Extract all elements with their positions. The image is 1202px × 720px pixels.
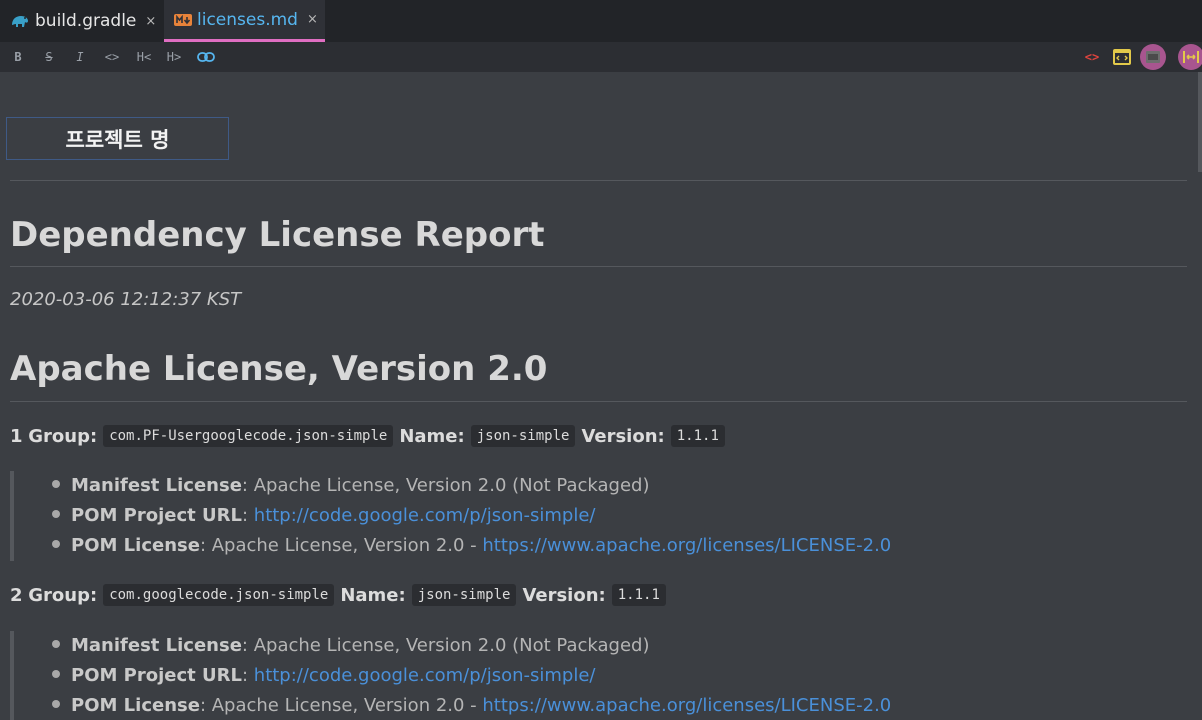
sync-scroll-icon[interactable]: [1178, 44, 1202, 70]
code-button[interactable]: <>: [102, 49, 122, 65]
list-item: POM License: Apache License, Version 2.0…: [52, 695, 891, 716]
tab-label: build.gradle: [35, 11, 137, 31]
markdown-toolbar: B S I <> H< H> <>: [0, 42, 1202, 72]
license-url-link[interactable]: https://www.apache.org/licenses/LICENSE-…: [482, 695, 891, 716]
license-url-link[interactable]: https://www.apache.org/licenses/LICENSE-…: [482, 535, 891, 556]
dependency-entry-2: 2 Group: com.googlecode.json-simple Name…: [10, 584, 672, 606]
report-title: Dependency License Report: [10, 215, 545, 255]
scrollbar[interactable]: [1198, 72, 1202, 172]
markdown-preview: 프로젝트 명 Dependency License Report 2020-03…: [0, 72, 1202, 720]
entry-index: 2: [10, 584, 23, 606]
pom-project-url-link[interactable]: http://code.google.com/p/json-simple/: [254, 505, 596, 526]
version-label: Version:: [522, 584, 606, 606]
list-item: POM License: Apache License, Version 2.0…: [52, 535, 891, 556]
group-label: Group:: [28, 425, 98, 447]
dependency-entry-1: 1 Group: com.PF-Usergooglecode.json-simp…: [10, 425, 731, 447]
list-item: Manifest License: Apache License, Versio…: [52, 635, 650, 656]
group-label: Group:: [28, 584, 98, 606]
tab-licenses-md[interactable]: licenses.md ×: [164, 0, 325, 42]
italic-button[interactable]: I: [73, 49, 87, 65]
group-value: com.googlecode.json-simple: [103, 584, 335, 606]
name-label: Name:: [399, 425, 465, 447]
divider: [10, 180, 1187, 181]
close-icon[interactable]: ×: [145, 14, 156, 29]
list-item: Manifest License: Apache License, Versio…: [52, 475, 650, 496]
name-value: json-simple: [411, 584, 517, 606]
name-value: json-simple: [470, 425, 576, 447]
divider: [10, 401, 1187, 402]
link-icon[interactable]: [196, 49, 216, 65]
bullet: [52, 640, 60, 648]
bold-button[interactable]: B: [11, 49, 25, 65]
group-value: com.PF-Usergooglecode.json-simple: [103, 425, 394, 447]
close-icon[interactable]: ×: [307, 12, 318, 27]
heading-decrease-button[interactable]: H<: [134, 49, 154, 65]
markdown-icon: [174, 13, 192, 26]
tab-bar: build.gradle × licenses.md ×: [0, 0, 1202, 42]
heading-increase-button[interactable]: H>: [164, 49, 184, 65]
bullet: [52, 670, 60, 678]
version-label: Version:: [581, 425, 665, 447]
version-value: 1.1.1: [670, 425, 725, 447]
name-label: Name:: [340, 584, 406, 606]
bullet: [52, 540, 60, 548]
entry-index: 1: [10, 425, 23, 447]
project-title: 프로젝트 명: [6, 117, 229, 160]
editor-only-button[interactable]: <>: [1082, 49, 1102, 65]
license-heading: Apache License, Version 2.0: [10, 349, 548, 389]
blockquote-bar: [10, 631, 14, 720]
bullet: [52, 510, 60, 518]
divider: [10, 266, 1187, 267]
tab-build-gradle[interactable]: build.gradle ×: [0, 0, 164, 42]
list-item: POM Project URL: http://code.google.com/…: [52, 505, 596, 526]
report-timestamp: 2020-03-06 12:12:37 KST: [10, 289, 242, 310]
bullet: [52, 480, 60, 488]
gradle-elephant-icon: [10, 13, 30, 29]
tab-label: licenses.md: [197, 9, 298, 30]
split-icon[interactable]: [1112, 49, 1132, 65]
preview-icon[interactable]: [1140, 44, 1166, 70]
list-item: POM Project URL: http://code.google.com/…: [52, 665, 596, 686]
blockquote-bar: [10, 471, 14, 561]
version-value: 1.1.1: [611, 584, 666, 606]
strikethrough-button[interactable]: S: [42, 49, 56, 65]
pom-project-url-link[interactable]: http://code.google.com/p/json-simple/: [254, 665, 596, 686]
bullet: [52, 700, 60, 708]
